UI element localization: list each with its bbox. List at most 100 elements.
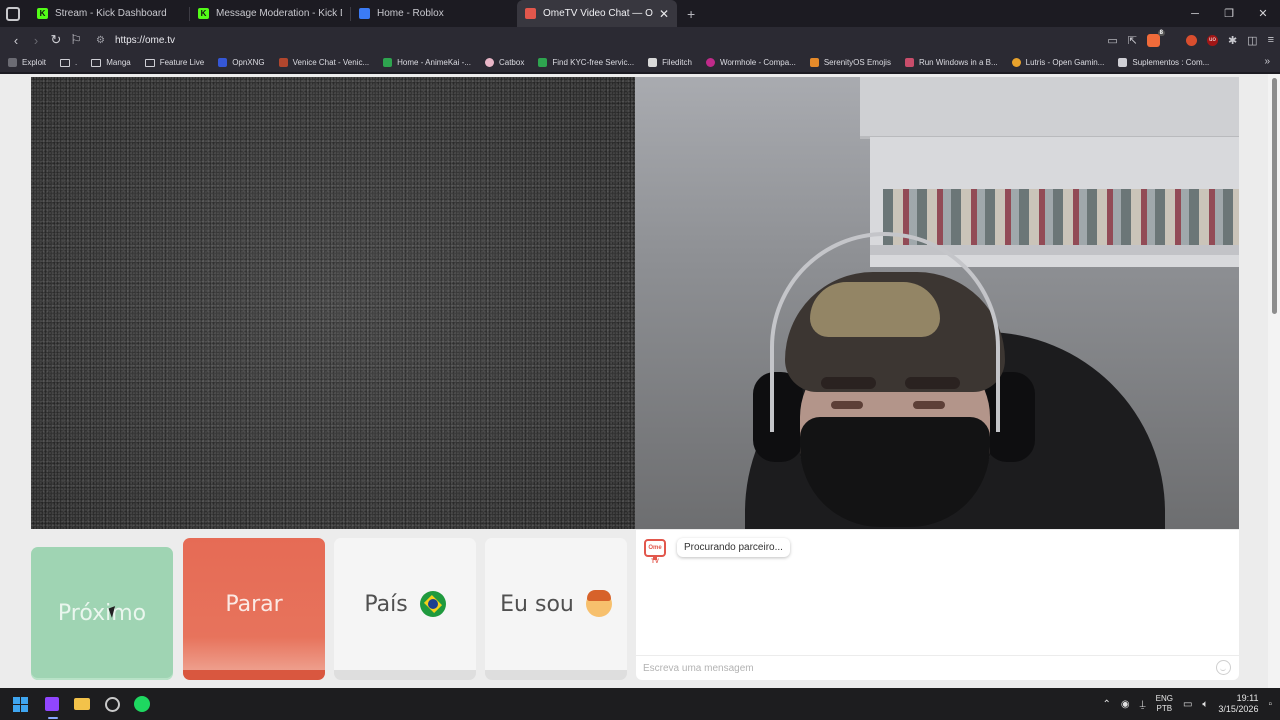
tray-app-icon[interactable]: ◉ xyxy=(1121,699,1130,710)
reload-icon[interactable]: ↻ xyxy=(46,32,66,48)
tab-title: Message Moderation - Kick Dashboard xyxy=(216,8,342,19)
network-icon[interactable]: ▭ xyxy=(1183,699,1192,710)
bookmarks-bar: Exploit . Manga Feature Live OpnXNG Veni… xyxy=(0,53,1280,73)
site-settings-icon[interactable]: ⚙ xyxy=(96,35,105,46)
bookmark-item[interactable]: Suplementos : Com... xyxy=(1118,58,1209,67)
emoji-picker-icon[interactable] xyxy=(1216,660,1231,675)
bookmark-folder[interactable]: . xyxy=(60,58,77,67)
bookmark-item[interactable]: Catbox xyxy=(484,58,525,67)
bookmark-item[interactable]: OpnXNG xyxy=(218,58,265,67)
bookmark-folder[interactable]: Feature Live xyxy=(144,58,205,67)
windows-logo-icon xyxy=(12,696,28,712)
system-tray: ⌃ ◉ ⍊ ENG PTB ▭ 🔈︎ 19:11 3/15/2026 ▫ xyxy=(1102,688,1272,720)
bookmark-label: Home - AnimeKai -... xyxy=(397,58,471,67)
bookmark-item[interactable]: Find KYC-free Servic... xyxy=(538,58,634,67)
extension-icon[interactable] xyxy=(1185,34,1197,46)
new-tab-icon[interactable]: + xyxy=(687,6,695,22)
menu-icon[interactable]: ≡ xyxy=(1268,34,1274,46)
keyboard-layout: PTB xyxy=(1156,704,1173,713)
browser-menu-icon[interactable] xyxy=(6,6,20,21)
spotify-icon xyxy=(134,696,150,712)
bookmark-label: Catbox xyxy=(498,58,525,67)
bookmark-item[interactable]: Lutris - Open Gamin... xyxy=(1011,58,1104,67)
forward-icon[interactable]: › xyxy=(26,33,46,48)
cast-icon[interactable]: ▭ xyxy=(1107,34,1117,47)
bookmark-item[interactable]: Run Windows in a B... xyxy=(904,58,998,67)
bookmark-item[interactable]: Fileditch xyxy=(648,58,692,67)
bookmark-label: SerenityOS Emojis xyxy=(823,58,891,67)
bookmark-icon[interactable]: ⚐ xyxy=(66,32,86,48)
close-tab-icon[interactable]: ✕ xyxy=(659,7,669,21)
next-label: Próximo xyxy=(57,601,147,626)
stop-button[interactable]: Parar xyxy=(183,538,325,680)
share-icon[interactable]: ⇱ xyxy=(1128,34,1137,47)
page-scrollbar[interactable] xyxy=(1268,74,1280,688)
notifications-icon[interactable]: ▫ xyxy=(1268,699,1272,710)
address-bar[interactable]: ⚙ https://ome.tv xyxy=(96,30,175,50)
bookmark-item[interactable]: Venice Chat - Venic... xyxy=(278,58,370,67)
ometv-page: Próximo Parar País Eu sou Ome TV Procura… xyxy=(0,74,1280,688)
close-window-icon[interactable]: ✕ xyxy=(1246,7,1280,20)
active-app-indicator xyxy=(48,717,58,719)
bookmark-label: Manga xyxy=(106,58,131,67)
bookmark-item[interactable]: Home - AnimeKai -... xyxy=(383,58,471,67)
chat-panel: Ome TV Procurando parceiro... Escreva um… xyxy=(636,530,1239,680)
bookmark-folder[interactable]: Manga xyxy=(91,58,131,67)
message-input[interactable]: Escreva uma mensagem xyxy=(636,655,1239,680)
restore-icon[interactable]: ❐ xyxy=(1212,7,1246,20)
extensions-puzzle-icon[interactable]: ✱ xyxy=(1228,34,1237,47)
more-bookmarks-icon[interactable]: » xyxy=(1264,56,1270,67)
volume-icon[interactable]: 🔈︎ xyxy=(1202,699,1208,710)
bookmark-item[interactable]: Wormhole - Compa... xyxy=(705,58,796,67)
taskbar-browser[interactable] xyxy=(38,690,66,718)
gender-button[interactable]: Eu sou xyxy=(485,538,627,680)
folder-icon xyxy=(144,58,155,67)
taskbar-spotify[interactable] xyxy=(128,690,156,718)
bookmark-label: Wormhole - Compa... xyxy=(719,58,796,67)
gender-label: Eu sou xyxy=(500,591,574,617)
taskbar-file-explorer[interactable] xyxy=(68,690,96,718)
microphone-icon[interactable]: ⍊ xyxy=(1140,699,1146,710)
suplementos-icon xyxy=(1118,58,1128,67)
bookmark-label: Feature Live xyxy=(159,58,205,67)
bookmark-item[interactable]: Exploit xyxy=(8,58,46,67)
wormhole-icon xyxy=(705,58,715,67)
scrollbar-thumb[interactable] xyxy=(1272,78,1277,314)
back-icon[interactable]: ‹ xyxy=(6,33,26,48)
folder-icon xyxy=(60,58,71,67)
camera-scene xyxy=(860,77,1239,139)
bookmark-label: OpnXNG xyxy=(232,58,265,67)
partner-video xyxy=(31,77,635,529)
clock-date: 3/15/2026 xyxy=(1218,704,1259,714)
taskbar-app[interactable] xyxy=(98,690,126,718)
tab-title: OmeTV Video Chat — Omegle xyxy=(543,8,653,19)
start-button[interactable] xyxy=(6,690,34,718)
ometv-icon xyxy=(525,8,536,19)
chevron-up-icon[interactable]: ⌃ xyxy=(1102,699,1110,710)
tab-ometv[interactable]: OmeTV Video Chat — Omegle ✕ xyxy=(517,0,677,27)
serenity-icon xyxy=(809,58,819,67)
language-indicator[interactable]: ENG PTB xyxy=(1156,694,1173,714)
bookmark-item[interactable]: SerenityOS Emojis xyxy=(809,58,891,67)
tab-kick-moderation[interactable]: K Message Moderation - Kick Dashboard xyxy=(190,0,350,27)
ublock-icon[interactable]: uo xyxy=(1206,34,1218,46)
toolbar-actions: ▭ ⇱ 8 uo ✱ ◫ ≡ xyxy=(1107,27,1274,53)
status-message: Procurando parceiro... xyxy=(677,538,790,557)
url-text[interactable]: https://ome.tv xyxy=(115,35,175,46)
ometv-logo-icon: Ome TV xyxy=(644,539,666,565)
country-button[interactable]: País xyxy=(334,538,476,680)
bookmark-label: . xyxy=(75,58,78,67)
sidebar-icon[interactable]: ◫ xyxy=(1247,34,1257,47)
bookmark-label: Venice Chat - Venic... xyxy=(292,58,370,67)
brave-shields-icon[interactable]: 8 xyxy=(1146,29,1165,47)
tab-kick-stream[interactable]: K Stream - Kick Dashboard xyxy=(29,0,189,27)
roblox-icon xyxy=(359,8,370,19)
window-controls: ─ ❐ ✕ xyxy=(1178,0,1280,27)
browser-app-icon xyxy=(45,697,59,711)
tab-roblox[interactable]: Home - Roblox xyxy=(351,0,511,27)
tab-title: Stream - Kick Dashboard xyxy=(55,8,167,19)
clock[interactable]: 19:11 3/15/2026 xyxy=(1218,693,1258,715)
minimize-icon[interactable]: ─ xyxy=(1178,8,1212,20)
boy-emoji-icon xyxy=(585,590,612,617)
next-button[interactable]: Próximo xyxy=(31,547,173,680)
